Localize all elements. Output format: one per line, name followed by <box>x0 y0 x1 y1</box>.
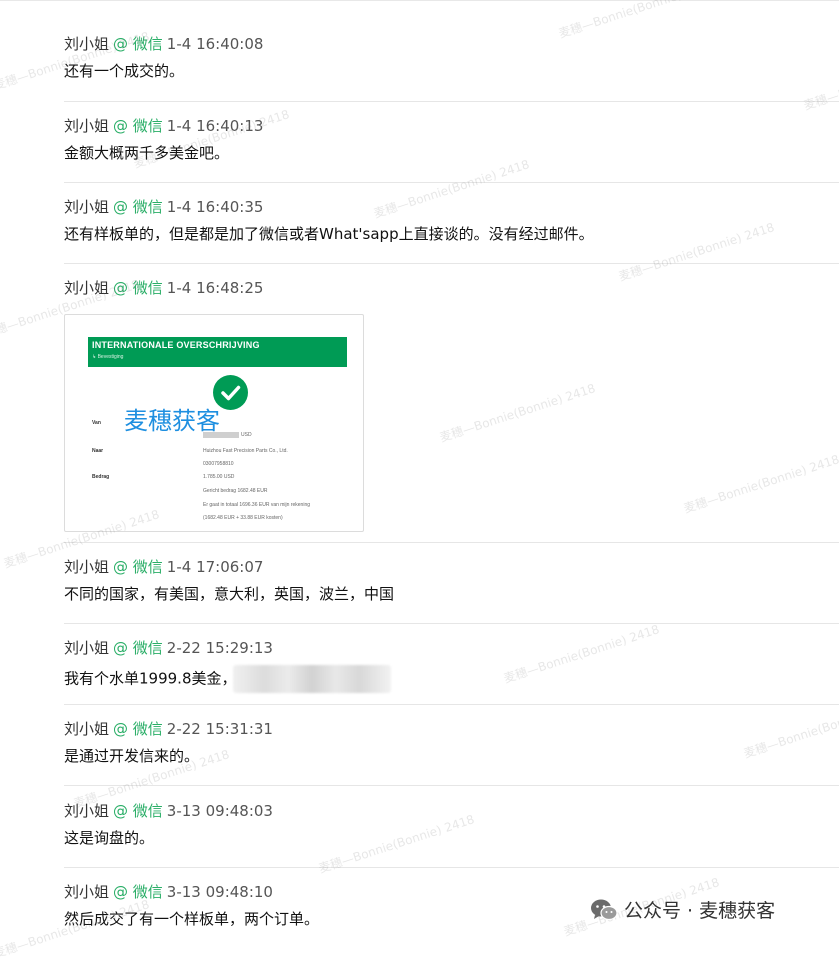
redacted-value <box>203 432 239 438</box>
timestamp: 1-4 16:40:08 <box>166 35 264 53</box>
sender-name: 刘小姐 <box>64 198 110 216</box>
overlay-watermark-text: 麦穗获客 <box>124 407 220 435</box>
sender-name: 刘小姐 <box>64 883 110 901</box>
row-value: USD <box>241 432 252 438</box>
transfer-banner: INTERNATIONALE OVERSCHRIJVING ↳ Bevestig… <box>88 337 347 367</box>
source-tag: @ 微信 <box>113 198 163 216</box>
row-value: 03007958810 <box>203 461 234 467</box>
footer-brand-text: 公众号 · 麦穗获客 <box>624 900 776 922</box>
top-divider <box>0 0 839 1</box>
footer-brand: 公众号 · 麦穗获客 <box>590 896 775 923</box>
sender-name: 刘小姐 <box>64 558 110 576</box>
source-tag: @ 微信 <box>113 720 163 738</box>
row-value: Huizhou Fast Precision Parts Co., Ltd. <box>203 448 288 454</box>
row-value: 1.785.00 USD <box>203 474 235 480</box>
source-tag: @ 微信 <box>113 117 163 135</box>
chat-message: 刘小姐 @ 微信 2-22 15:29:13 我有个水单1999.8美金， <box>64 638 839 705</box>
source-tag: @ 微信 <box>113 558 163 576</box>
row-label: Van <box>92 420 101 426</box>
timestamp: 1-4 17:06:07 <box>166 558 264 576</box>
row-value: (1682.48 EUR + 33.88 EUR kosten) <box>203 515 283 521</box>
timestamp: 3-13 09:48:10 <box>166 883 273 901</box>
blurred-redaction <box>232 665 391 693</box>
chat-message: 刘小姐 @ 微信 1-4 17:06:07 不同的国家，有美国，意大利，英国，波兰，… <box>64 557 839 624</box>
source-tag: @ 微信 <box>113 802 163 820</box>
divider <box>64 704 839 705</box>
sender-name: 刘小姐 <box>64 639 110 657</box>
wechat-logo-icon <box>590 898 618 922</box>
source-tag: @ 微信 <box>113 639 163 657</box>
row-label: Bedrag <box>92 474 110 480</box>
divider <box>64 867 839 868</box>
timestamp: 1-4 16:48:25 <box>166 279 264 297</box>
chat-message: 刘小姐 @ 微信 1-4 16:40:35 还有样板单的，但是都是加了微信或者Wha… <box>64 197 839 264</box>
row-value: Gericht bedrag 1682.48 EUR <box>203 488 268 494</box>
message-text: 还有一个成交的。 <box>64 62 185 80</box>
message-text: 我有个水单1999.8美金， <box>64 669 237 688</box>
row-label: Naar <box>92 448 104 454</box>
timestamp: 1-4 16:40:35 <box>166 198 264 216</box>
timestamp: 3-13 09:48:03 <box>166 802 273 820</box>
divider <box>64 623 839 624</box>
message-text: 不同的国家，有美国，意大利，英国，波兰，中国 <box>64 585 395 603</box>
divider <box>64 785 839 786</box>
timestamp: 2-22 15:31:31 <box>166 720 273 738</box>
row-value: Er gaat in totaal 1696.36 EUR van mijn r… <box>203 502 311 508</box>
banner-title: INTERNATIONALE OVERSCHRIJVING <box>92 340 260 350</box>
banner-subtitle: ↳ Bevestiging <box>92 354 124 360</box>
sender-name: 刘小姐 <box>64 117 110 135</box>
chat-message: 刘小姐 @ 微信 1-4 16:40:08 还有一个成交的。 <box>64 34 839 102</box>
sender-name: 刘小姐 <box>64 720 110 738</box>
image-attachment[interactable]: INTERNATIONALE OVERSCHRIJVING ↳ Bevestig… <box>64 314 364 532</box>
divider <box>64 263 839 264</box>
divider <box>64 542 839 543</box>
divider <box>64 101 839 102</box>
timestamp: 2-22 15:29:13 <box>166 639 273 657</box>
